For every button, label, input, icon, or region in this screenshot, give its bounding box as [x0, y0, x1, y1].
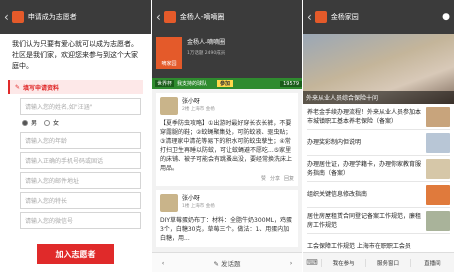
group-profile: 嘀家园 金杨人-嘀嘀圈 1万话题 2490成员	[152, 34, 302, 78]
post-author: 张小呀 2楼 上海市 金杨	[160, 97, 294, 115]
news-thumbnail	[426, 184, 450, 205]
news-title: 办理居住证，办理学籍卡，办理你家教育服务指南（备案）	[307, 160, 422, 177]
post-card[interactable]: 张小呀 2楼 上海市 金杨 【夏季防虫攻略】①出游时最好穿长衣长裤，不要穿露腿的…	[156, 93, 298, 186]
banner-text: 我支持的球队	[177, 81, 208, 87]
news-title: 办理奖彩制内但说明	[307, 139, 362, 146]
list-item[interactable]: 办理居住证，办理学籍卡，办理你家教育服务指南（备案）	[307, 156, 450, 182]
page-title: 申请成为志愿者	[27, 13, 77, 21]
post-meta: 2楼 上海市 金杨	[182, 107, 215, 112]
list-item[interactable]: 办理奖彩制内但说明	[307, 130, 450, 156]
group-logo: 嘀家园	[156, 37, 182, 69]
news-title: 养老金手续办理流程！外来从业人员参加本市城镇职工基本养老保险（备案）	[307, 108, 422, 125]
group-stats: 1万话题 2490成员	[187, 51, 226, 56]
page-title: 金杨家园	[330, 13, 359, 21]
reply-button[interactable]: 回复	[284, 175, 294, 182]
email-field[interactable]: 请输入您的邮件地址	[20, 172, 141, 189]
author-meta: 张小呀 2楼 上海市 金杨	[182, 98, 215, 114]
menu-live-room[interactable]: 直播间	[409, 258, 454, 267]
post-body: DIY草莓蛋奶布丁：材料：全脂牛奶300ML，鸡蛋3个，白糖30克，草莓三个。做…	[160, 217, 293, 242]
compose-icon: ✎	[213, 259, 219, 268]
home-news-screen: ‹ 金杨家园 ● 外来从业人员综合保险十问 养老金手续办理流程！外来从业人员参加…	[303, 0, 454, 272]
join-volunteer-button[interactable]: 加入志愿者	[37, 244, 114, 264]
author-name: 张小呀	[182, 195, 201, 202]
prev-arrow-icon[interactable]: ‹	[152, 259, 174, 267]
page-title: 金杨人-嘀嘀圈	[179, 13, 225, 21]
community-feed-screen: ‹ 金杨人-嘀嘀圈 嘀家园 金杨人-嘀嘀圈 1万话题 2490成员 世界杯 我支…	[152, 0, 302, 272]
group-logo-text: 嘀家园	[161, 61, 177, 67]
male-label: 男	[31, 120, 38, 127]
volunteer-application-screen: ‹ 申请成为志愿者 我们认为只要有爱心就可以成为志愿者。社区是我们家，欢迎您来参…	[0, 0, 151, 272]
banner-tag: 世界杯	[155, 80, 175, 87]
news-thumbnail	[426, 132, 450, 153]
post-card[interactable]: 张小呀 1楼 上海市 金杨 DIY草莓蛋奶布丁：材料：全脂牛奶300ML，鸡蛋3…	[156, 190, 298, 247]
avatar[interactable]	[160, 97, 178, 115]
app-logo-icon	[11, 11, 24, 23]
list-item[interactable]: 组织关键信息修改指南	[307, 182, 450, 208]
news-list: 养老金手续办理流程！外来从业人员参加本市城镇职工基本养老保险（备案） 办理奖彩制…	[303, 104, 454, 260]
phone-field[interactable]: 请输入正确的手机号码或固话	[20, 152, 141, 169]
back-arrow-icon[interactable]: ‹	[307, 10, 312, 24]
back-arrow-icon[interactable]: ‹	[156, 10, 161, 24]
form-heading-label: 填写申请资料	[23, 84, 60, 92]
bottom-menu-bar: ⌨ 我在参与 服务窗口 直播间	[303, 252, 454, 272]
news-thumbnail	[426, 210, 450, 231]
name-field[interactable]: 请输入您的姓名,如"汪涵"	[20, 98, 141, 115]
group-name: 金杨人-嘀嘀圈	[187, 39, 226, 46]
app-logo-icon	[314, 11, 327, 23]
top-bar: ‹ 金杨家园 ●	[303, 0, 454, 34]
share-button[interactable]: 分享	[270, 175, 280, 182]
top-bar: ‹ 申请成为志愿者	[0, 0, 151, 34]
female-radio[interactable]	[44, 119, 51, 126]
news-title: 组织关键信息修改指南	[307, 191, 368, 198]
back-arrow-icon[interactable]: ‹	[4, 10, 9, 24]
new-topic-button[interactable]: ✎ 发话题	[174, 258, 280, 268]
hero-banner[interactable]: 外来从业人员综合保险十问	[303, 34, 454, 104]
news-title: 居住房屋租赁合同登记备案工作规范，廉租房工作规范	[307, 212, 422, 229]
news-thumbnail	[426, 106, 450, 127]
post-meta: 1楼 上海市 金杨	[182, 204, 215, 209]
worldcup-banner[interactable]: 世界杯 我支持的球队 参加 19579	[152, 78, 302, 89]
form-heading: ✎ 填写申请资料	[8, 80, 143, 94]
age-field[interactable]: 请输入您的年龄	[20, 132, 141, 149]
hero-caption: 外来从业人员综合保险十问	[303, 91, 454, 104]
intro-text: 我们认为只要有爱心就可以成为志愿者。社区是我们家，欢迎您来参与到这个大家庭中。	[12, 40, 138, 70]
avatar[interactable]	[160, 194, 178, 212]
post-actions: 赞 分享 回复	[160, 175, 294, 182]
menu-participate[interactable]: 我在参与	[321, 258, 365, 267]
list-item[interactable]: 养老金手续办理流程！外来从业人员参加本市城镇职工基本养老保险（备案）	[307, 104, 450, 130]
author-meta: 张小呀 1楼 上海市 金杨	[182, 195, 215, 211]
skills-field[interactable]: 请输入您的特长	[20, 192, 141, 209]
wechat-field[interactable]: 请输入您的微信号	[20, 212, 141, 229]
app-logo-icon	[163, 11, 176, 23]
next-arrow-icon[interactable]: ›	[280, 259, 302, 267]
list-item[interactable]: 居住房屋租赁合同登记备案工作规范，廉租房工作规范	[307, 208, 450, 234]
group-info: 金杨人-嘀嘀圈 1万话题 2490成员	[187, 37, 225, 59]
gender-selector: 男 女	[22, 118, 141, 127]
edit-icon: ✎	[15, 83, 21, 91]
banner-count: 19579	[280, 80, 302, 87]
top-bar: ‹ 金杨人-嘀嘀圈	[152, 0, 302, 34]
news-title: 工会保障工作规范 上海市在职职工会员	[307, 243, 411, 250]
female-label: 女	[53, 120, 60, 127]
reply-bar: ‹ ✎ 发话题 ›	[152, 252, 302, 272]
like-button[interactable]: 赞	[261, 175, 266, 182]
male-radio[interactable]	[22, 119, 28, 126]
news-thumbnail	[426, 158, 450, 179]
post-author: 张小呀 1楼 上海市 金杨	[160, 194, 294, 212]
keyboard-icon[interactable]: ⌨	[303, 258, 321, 267]
banner-join-button[interactable]: 参加	[217, 80, 234, 87]
new-topic-label: 发话题	[221, 259, 241, 268]
menu-service-window[interactable]: 服务窗口	[365, 258, 409, 267]
author-name: 张小呀	[182, 98, 201, 105]
user-icon[interactable]: ●	[442, 12, 450, 22]
post-body: 【夏季防虫攻略】①出游时最好穿长衣长裤，不要穿露腿的鞋；②蚊蝇聚集处，可防蚊液、…	[160, 120, 293, 172]
